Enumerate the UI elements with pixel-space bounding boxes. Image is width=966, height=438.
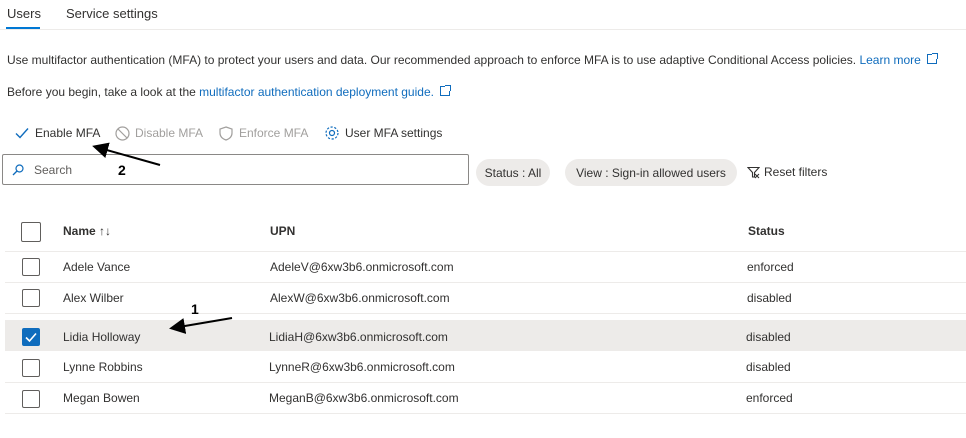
annotation-number-1: 1	[191, 301, 199, 317]
annotation-arrows	[92, 142, 233, 334]
annotation-arrow-1	[169, 317, 233, 334]
annotation-arrow-2	[92, 142, 161, 166]
annotation-number-2: 2	[118, 162, 126, 178]
